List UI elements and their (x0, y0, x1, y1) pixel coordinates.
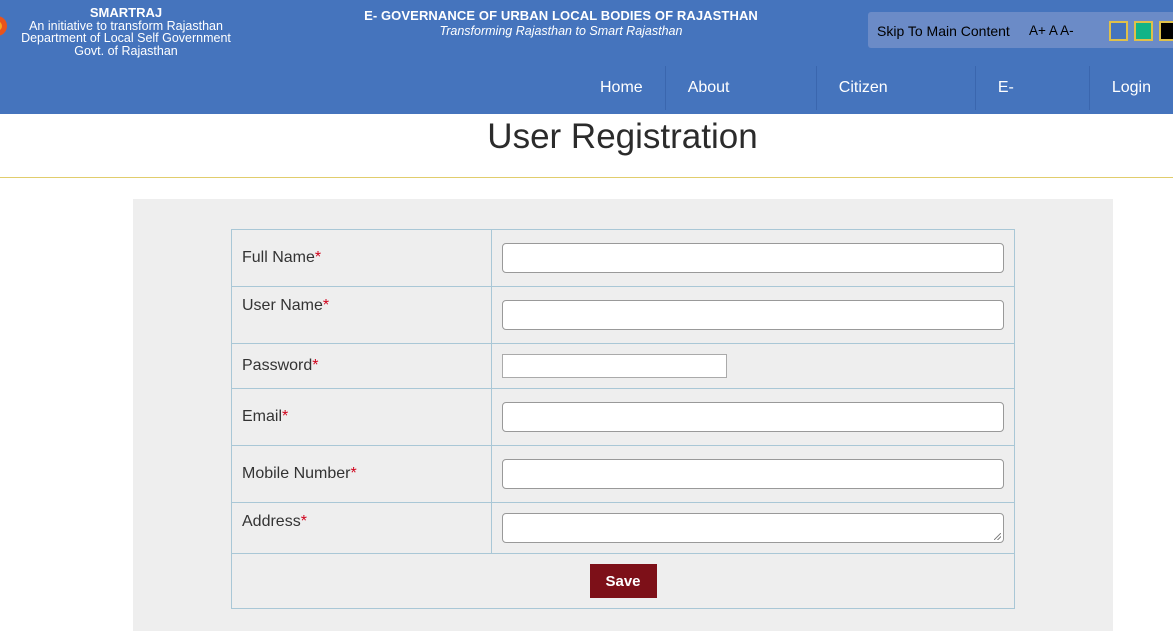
skip-to-main-link[interactable]: Skip To Main Content (877, 23, 1010, 39)
field-input-cell (491, 388, 1015, 446)
site-title-block: E- GOVERNANCE OF URBAN LOCAL BODIES OF R… (330, 8, 792, 38)
password-input[interactable] (502, 354, 727, 378)
accessibility-bar: Skip To Main Content A+ A A- (868, 12, 1173, 48)
site-tagline: Transforming Rajasthan to Smart Rajastha… (439, 24, 683, 38)
field-label-cell: User Name* (231, 286, 492, 344)
full-name-input[interactable] (502, 243, 1004, 273)
user-name-label: User Name (242, 297, 323, 314)
nav-about-smartraj[interactable]: About Smartraj (664, 66, 816, 140)
form-row-password: Password* (231, 343, 1015, 389)
form-row-mobile-number: Mobile Number* (231, 445, 1015, 503)
form-row-save: Save (231, 553, 1015, 609)
main-nav: Home About Smartraj Citizen Services E-A… (578, 66, 1173, 140)
field-input-cell (491, 445, 1015, 503)
email-input[interactable] (502, 402, 1004, 432)
field-label-cell: Full Name* (231, 229, 492, 287)
required-mark: * (322, 297, 330, 314)
password-label: Password (242, 357, 313, 374)
required-mark: * (312, 357, 319, 374)
font-size-controls[interactable]: A+ A A- (1029, 23, 1074, 38)
field-input-cell (491, 343, 1015, 389)
save-cell: Save (231, 553, 1015, 609)
field-input-cell (491, 286, 1015, 344)
resize-grip-icon[interactable] (994, 533, 1001, 540)
brand-block: SMARTRAJ An initiative to transform Raja… (10, 5, 242, 58)
brand-line-3: Govt. of Rajasthan (74, 43, 178, 58)
form-row-address: Address* (231, 502, 1015, 554)
site-header: SMARTRAJ An initiative to transform Raja… (0, 0, 1173, 140)
required-mark: * (314, 249, 322, 266)
title-divider (0, 177, 1173, 178)
nav-home[interactable]: Home (578, 66, 665, 110)
field-label-cell: Password* (231, 343, 492, 389)
field-label-cell: Email* (231, 388, 492, 446)
brand-title: SMARTRAJ (89, 5, 163, 20)
nav-e-auction[interactable]: E-Auction (974, 66, 1089, 140)
form-row-user-name: User Name* (231, 286, 1015, 344)
user-name-input[interactable] (502, 300, 1004, 330)
full-name-label: Full Name (242, 249, 315, 266)
field-label-cell: Address* (231, 502, 492, 554)
required-mark: * (350, 465, 357, 482)
registration-panel: Full Name* User Name* Password* Email* M… (133, 199, 1113, 631)
mobile-number-input[interactable] (502, 459, 1004, 489)
field-input-cell (491, 229, 1015, 287)
email-label: Email (242, 408, 283, 425)
theme-swatch-blue[interactable] (1109, 21, 1128, 41)
site-title: E- GOVERNANCE OF URBAN LOCAL BODIES OF R… (364, 8, 758, 23)
registration-form: Full Name* User Name* Password* Email* M… (231, 229, 1015, 609)
form-row-email: Email* (231, 388, 1015, 446)
brand-line-2: Department of Local Self Government (21, 31, 231, 45)
smartraj-logo-icon (0, 16, 7, 36)
save-button[interactable]: Save (589, 564, 657, 598)
page-title: User Registration (487, 117, 758, 156)
field-input-cell (491, 502, 1015, 554)
theme-swatch-black[interactable] (1159, 21, 1173, 41)
address-textarea[interactable] (502, 513, 1004, 543)
required-mark: * (300, 513, 307, 530)
nav-citizen-services[interactable]: Citizen Services (815, 66, 975, 140)
nav-login[interactable]: Login (1088, 66, 1173, 110)
form-row-full-name: Full Name* (231, 229, 1015, 287)
mobile-number-label: Mobile Number (242, 465, 351, 482)
address-label: Address (242, 513, 301, 530)
required-mark: * (282, 408, 289, 425)
theme-swatch-green[interactable] (1134, 21, 1153, 41)
field-label-cell: Mobile Number* (231, 445, 492, 503)
